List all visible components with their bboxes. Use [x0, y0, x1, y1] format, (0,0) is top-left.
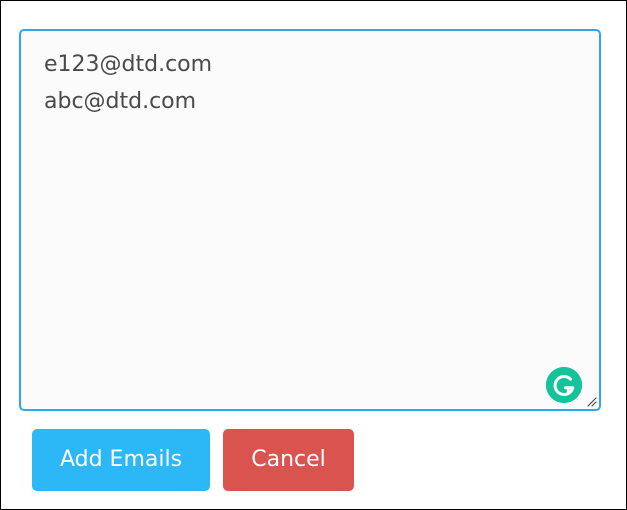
cancel-button[interactable]: Cancel: [223, 429, 354, 491]
resize-handle-icon[interactable]: [585, 395, 597, 407]
email-line-2: abc@dtd.com: [44, 89, 197, 114]
email-textarea[interactable]: e123@dtd.com abc@dtd.com: [19, 29, 601, 411]
email-list: e123@dtd.com abc@dtd.com: [44, 46, 589, 120]
email-line-1: e123@dtd.com: [44, 52, 213, 77]
grammar-assistant-icon[interactable]: [546, 367, 582, 403]
add-emails-button[interactable]: Add Emails: [32, 429, 210, 491]
email-dialog: e123@dtd.com abc@dtd.com Add Emails Canc…: [0, 0, 627, 510]
